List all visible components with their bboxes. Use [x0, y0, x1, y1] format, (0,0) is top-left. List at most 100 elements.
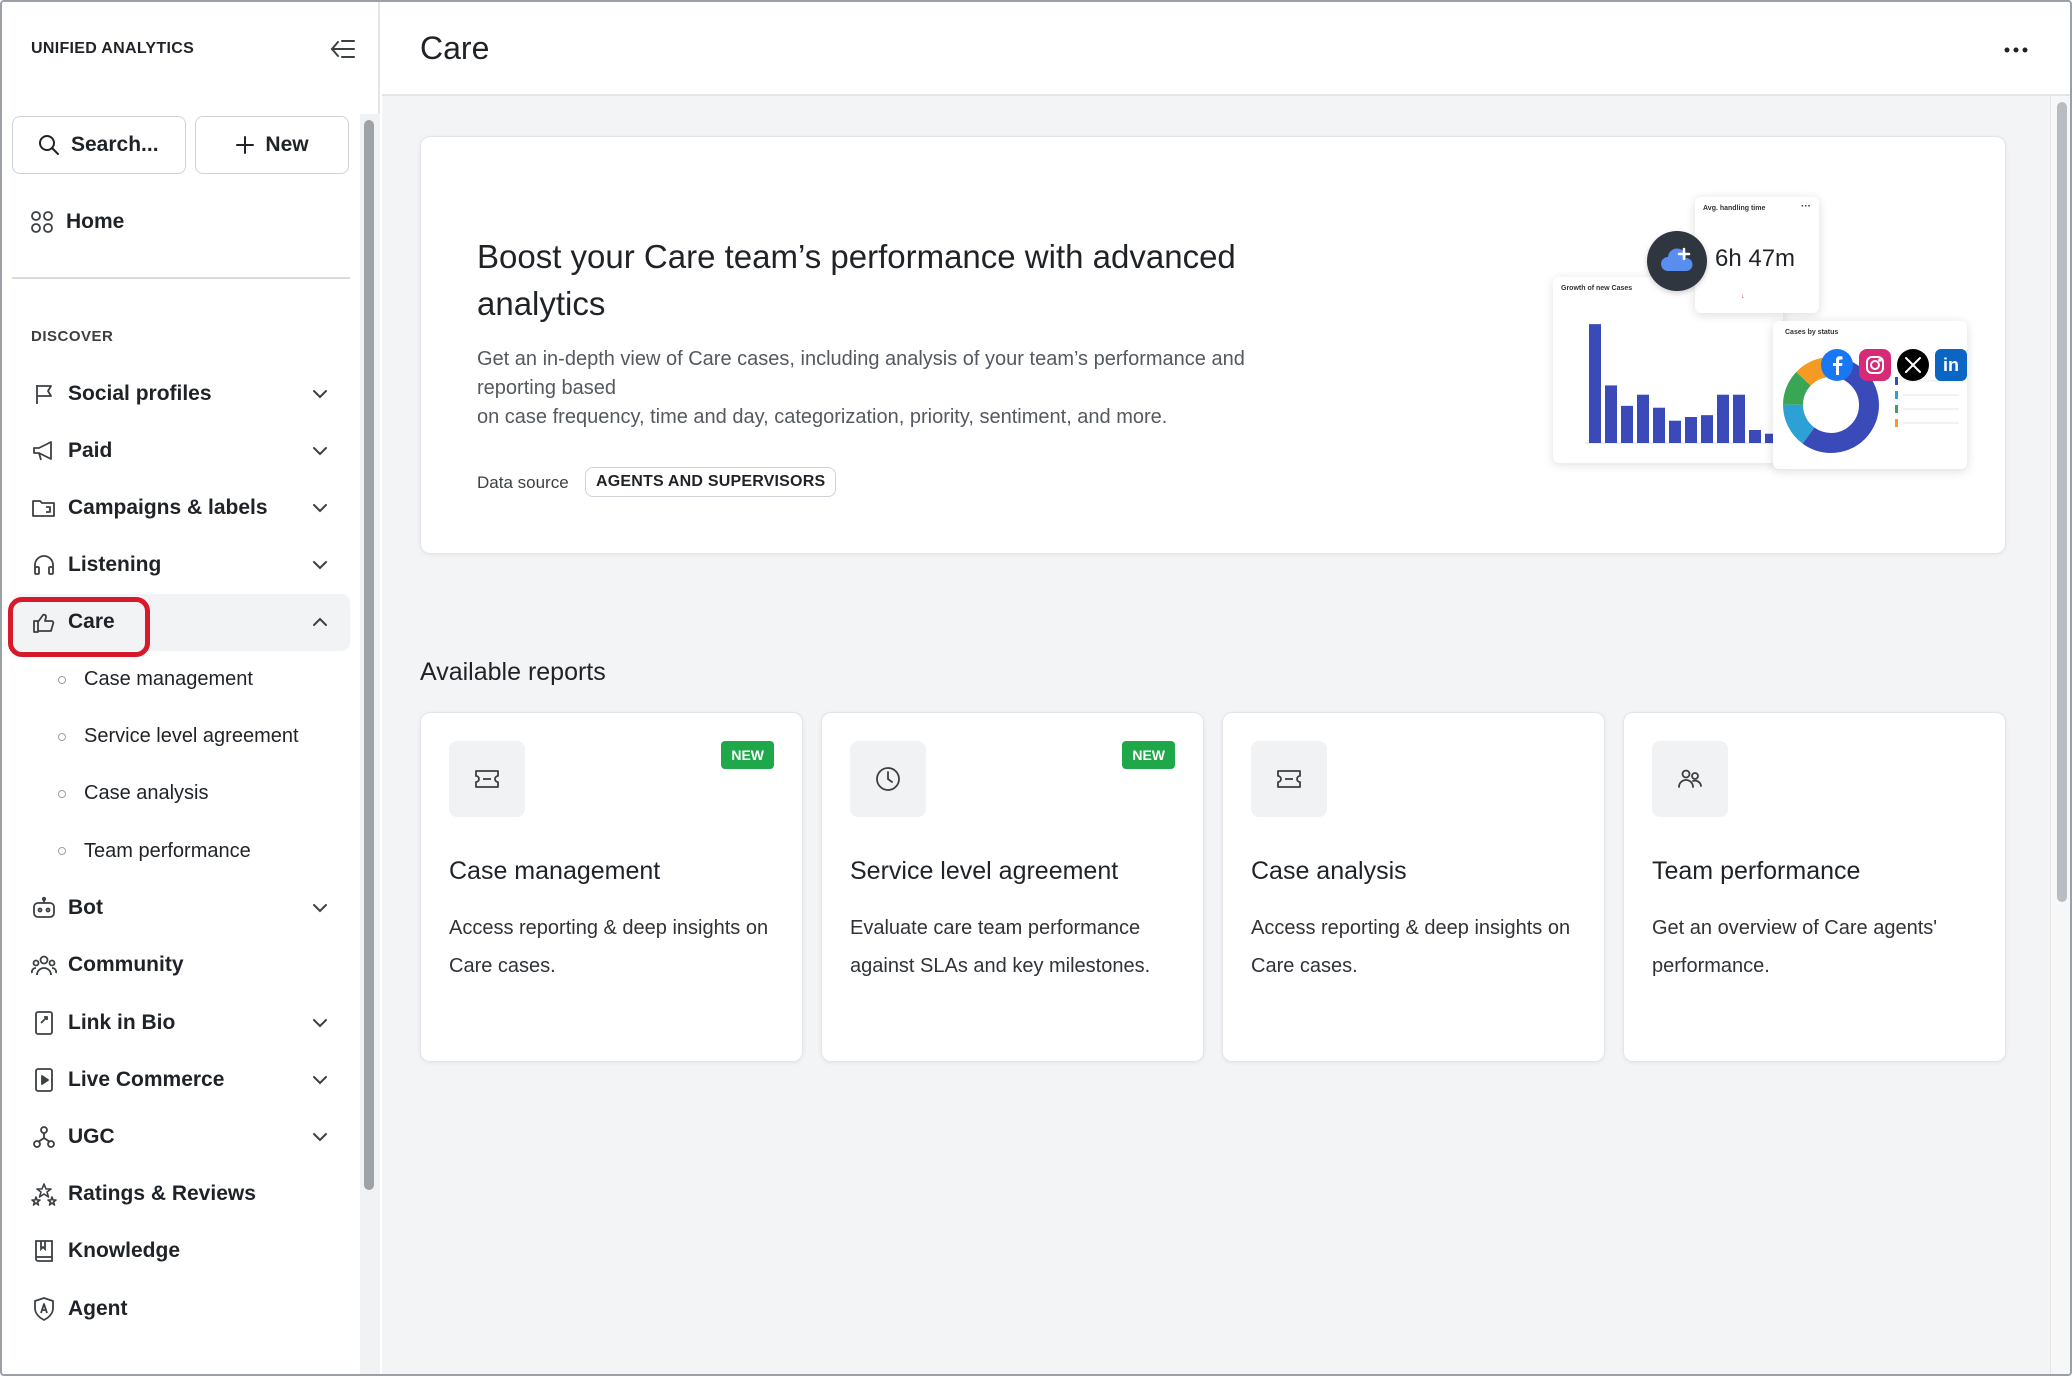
nav-label: Bot [68, 896, 103, 920]
report-card-case-analysis[interactable]: Case analysis Access reporting & deep in… [1222, 712, 1605, 1062]
report-card-team-performance[interactable]: Team performance Get an overview of Care… [1623, 712, 2006, 1062]
hero-banner: Boost your Care team’s performance with … [420, 136, 2006, 554]
nav-ratings-reviews[interactable]: Ratings & Reviews [12, 1166, 350, 1223]
report-icon-tile [1652, 741, 1728, 817]
app-window: UNIFIED ANALYTICS Search... New Home DIS… [0, 0, 2072, 1376]
mini-bar [1733, 394, 1745, 443]
report-description: Access reporting & deep insights on Care… [1251, 917, 1571, 977]
avg-card-value: 6h 47m [1715, 245, 1796, 272]
chevron-down-icon [313, 904, 327, 913]
report-title: Service level agreement [850, 857, 1119, 885]
nav-live-commerce[interactable]: Live Commerce [12, 1051, 350, 1108]
illustration-donut-card: Cases by status [1773, 321, 1967, 469]
mini-bar [1669, 420, 1681, 443]
nav-care-service-level-agreement[interactable]: Service level agreement [12, 708, 350, 765]
clock-icon [876, 767, 900, 791]
new-button[interactable]: New [195, 116, 349, 174]
nav-care-case-management[interactable]: Case management [12, 651, 350, 708]
discover-section-label: DISCOVER [31, 328, 114, 345]
nav-social-profiles[interactable]: Social profiles [12, 365, 350, 422]
mini-legend-swatch [1895, 377, 1898, 385]
book-icon [35, 1240, 53, 1263]
nav-label: UGC [68, 1125, 115, 1149]
nav-label: Paid [68, 438, 113, 462]
hero-title: Boost your Care team’s performance with … [477, 238, 1236, 322]
nav-community[interactable]: Community [12, 937, 350, 994]
nav-agent[interactable]: Agent [12, 1280, 350, 1337]
mini-bar [1749, 430, 1761, 443]
megaphone-icon [33, 440, 52, 461]
new-badge: NEW [721, 741, 774, 769]
folder-icon [32, 500, 55, 517]
more-horizontal-icon [2004, 47, 2028, 53]
play-phone-icon [35, 1067, 53, 1092]
nav-label: Community [68, 953, 184, 977]
nav-link-in-bio[interactable]: Link in Bio [12, 994, 350, 1051]
report-card-case-management[interactable]: NEW Case management Access reporting & d… [420, 712, 803, 1062]
nav-care-case-analysis[interactable]: Case analysis [12, 765, 350, 822]
hero-description: Get an in-depth view of Care cases, incl… [477, 345, 1377, 432]
nav-care[interactable]: Care [8, 593, 350, 657]
community-icon [31, 956, 57, 976]
nav-label: Ratings & Reviews [68, 1182, 256, 1206]
chevron-down-icon [313, 389, 327, 399]
search-button[interactable]: Search... [12, 116, 186, 174]
hero-illustration: Growth of new Cases Avg. handling time ·… [1553, 197, 1973, 517]
nav-knowledge[interactable]: Knowledge [12, 1223, 350, 1280]
report-card-service-level-agreement[interactable]: NEW Service level agreement Evaluate car… [821, 712, 1204, 1062]
mini-legend-swatch [1895, 391, 1898, 399]
nav-home[interactable]: Home [30, 206, 124, 238]
report-title: Case analysis [1251, 857, 1407, 885]
nav-paid[interactable]: Paid [12, 422, 350, 479]
nav-label: Agent [68, 1296, 128, 1320]
more-options-button[interactable] [1998, 32, 2034, 68]
main-content: Care Boost your Care team’s performance … [382, 2, 2070, 1374]
main-scrollbar-thumb[interactable] [2057, 102, 2067, 902]
mini-bar [1701, 415, 1713, 443]
top-bar: Care [382, 2, 2070, 96]
plus-icon [236, 136, 255, 154]
mini-donut-chart [1783, 357, 1959, 453]
chevron-down-icon [313, 1133, 327, 1142]
ticket-icon [475, 770, 499, 788]
stars-icon [31, 1183, 57, 1207]
report-icon-tile [850, 741, 926, 817]
sidebar-scrollbar-thumb[interactable] [364, 120, 374, 1190]
nav-ugc[interactable]: UGC [12, 1108, 350, 1165]
mini-bar [1605, 385, 1617, 443]
cloud-add-badge [1647, 231, 1707, 291]
page-title: Care [420, 30, 490, 66]
collapse-sidebar-button[interactable] [328, 34, 358, 64]
cloud-plus-icon [1661, 247, 1693, 271]
chevron-down-icon [313, 1018, 327, 1028]
report-icon-tile [449, 741, 525, 817]
search-icon [39, 135, 59, 155]
chevron-down-icon [313, 561, 327, 570]
hero-desc-line: on case frequency, time and day, categor… [477, 406, 1168, 428]
hero-desc-line: Get an in-depth view of Care cases, incl… [477, 348, 1245, 370]
chevron-up-icon [313, 617, 327, 627]
data-source-chip: AGENTS AND SUPERVISORS [585, 467, 837, 497]
people-icon [1678, 769, 1702, 788]
mini-bar [1717, 394, 1729, 443]
report-title: Team performance [1652, 857, 1861, 885]
nav-label: Care [68, 610, 115, 634]
nav-bot[interactable]: Bot [12, 880, 350, 937]
chevron-down-icon [313, 503, 327, 513]
nav-list: Social profiles Paid Campaigns & labels … [8, 365, 350, 1337]
bot-icon [33, 897, 55, 919]
ticket-icon [1277, 770, 1301, 788]
app-brand: UNIFIED ANALYTICS [31, 40, 195, 57]
linkedin-icon: in [1935, 349, 1967, 381]
hero-desc-line: reporting based [477, 377, 616, 399]
new-badge: NEW [1122, 741, 1175, 769]
care-hand-icon [33, 614, 55, 634]
nav-listening[interactable]: Listening [12, 537, 350, 594]
agent-shield-icon [34, 1296, 54, 1321]
ugc-icon [33, 1126, 55, 1148]
nav-label: Campaigns & labels [68, 495, 268, 519]
sidebar-divider [12, 277, 350, 279]
data-source-label: Data source [477, 473, 569, 492]
nav-care-team-performance[interactable]: Team performance [12, 823, 350, 880]
nav-campaigns-labels[interactable]: Campaigns & labels [12, 479, 350, 536]
